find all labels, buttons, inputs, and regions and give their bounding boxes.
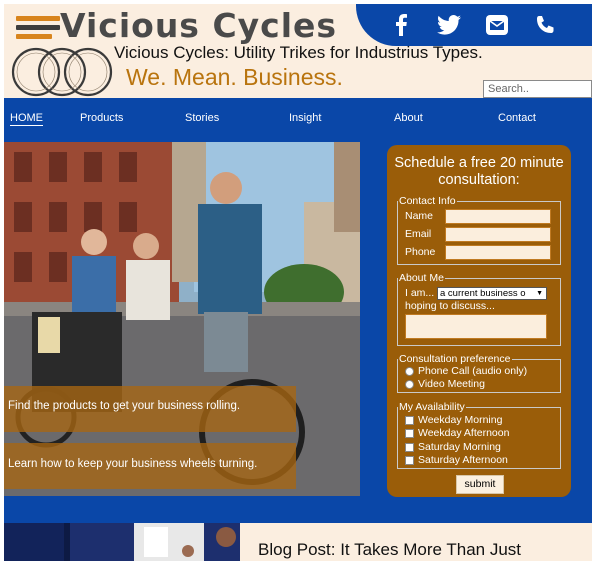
hero-image: Find the products to get your business r… — [4, 142, 360, 496]
brand-logo[interactable]: Vicious Cycles — [60, 6, 337, 45]
nav-about[interactable]: About — [394, 112, 423, 124]
email-label: Email — [405, 228, 432, 240]
site-header: Vicious Cycles Vicious Cycles: Utility T… — [4, 4, 592, 98]
search-input[interactable]: Search.. — [483, 80, 592, 98]
logo-mark — [16, 16, 60, 40]
availability-legend: My Availability — [399, 401, 465, 413]
preference-video-option[interactable]: Video Meeting — [405, 378, 485, 390]
preference-phone-option[interactable]: Phone Call (audio only) — [405, 365, 527, 377]
email-icon[interactable] — [482, 10, 512, 40]
facebook-icon[interactable] — [386, 10, 416, 40]
about-me-legend: About Me — [399, 272, 444, 284]
blog-thumbnail[interactable] — [4, 523, 240, 561]
availability-saturday-morning[interactable]: Saturday Morning — [405, 441, 501, 453]
phone-label: Phone — [405, 246, 436, 258]
i-am-select[interactable]: a current business o ▼ — [437, 287, 547, 300]
form-title: Schedule a free 20 minute consultation: — [394, 155, 564, 188]
nav-insight[interactable]: Insight — [289, 112, 321, 124]
availability-label: Weekday Afternoon — [418, 427, 510, 439]
nav-products[interactable]: Products — [80, 112, 123, 124]
blog-title[interactable]: Blog Post: It Takes More Than Just — [258, 540, 521, 560]
slogan: We. Mean. Business. — [126, 64, 343, 90]
i-am-label: I am... — [405, 287, 435, 299]
radio-button[interactable] — [405, 366, 414, 376]
blog-teaser[interactable]: Blog Post: It Takes More Than Just — [4, 523, 592, 561]
phone-field[interactable] — [445, 245, 551, 260]
bicycle-wheels-logo — [11, 47, 113, 97]
nav-home[interactable]: HOME — [10, 112, 43, 126]
availability-label: Weekday Morning — [418, 414, 503, 426]
checkbox[interactable] — [405, 455, 414, 465]
preference-legend: Consultation preference — [399, 353, 511, 365]
consultation-form: Schedule a free 20 minute consultation: … — [387, 145, 571, 497]
preference-phone-label: Phone Call (audio only) — [418, 365, 528, 377]
checkbox[interactable] — [405, 442, 414, 452]
availability-saturday-afternoon[interactable]: Saturday Afternoon — [405, 454, 508, 466]
hero-cta-products[interactable]: Find the products to get your business r… — [8, 400, 240, 412]
contact-info-legend: Contact Info — [399, 195, 456, 207]
checkbox[interactable] — [405, 428, 414, 438]
main-nav: HOME Products Stories Insight About Cont… — [4, 108, 592, 132]
preference-video-label: Video Meeting — [418, 378, 485, 390]
phone-icon[interactable] — [530, 10, 560, 40]
nav-contact[interactable]: Contact — [498, 112, 536, 124]
availability-weekday-afternoon[interactable]: Weekday Afternoon — [405, 427, 509, 439]
twitter-icon[interactable] — [434, 10, 464, 40]
i-am-select-value: a current business o — [440, 288, 526, 299]
availability-weekday-morning[interactable]: Weekday Morning — [405, 414, 502, 426]
availability-label: Saturday Afternoon — [418, 454, 508, 466]
page-frame: Vicious Cycles Vicious Cycles: Utility T… — [4, 4, 592, 561]
chevron-down-icon: ▼ — [536, 290, 543, 297]
radio-button[interactable] — [405, 379, 414, 389]
name-label: Name — [405, 210, 434, 222]
social-bar — [356, 4, 592, 46]
name-field[interactable] — [445, 209, 551, 224]
hoping-textarea[interactable] — [405, 314, 547, 339]
hero-cta-stories[interactable]: Learn how to keep your business wheels t… — [8, 458, 257, 470]
tagline: Vicious Cycles: Utility Trikes for Indus… — [114, 43, 483, 62]
availability-label: Saturday Morning — [418, 441, 501, 453]
nav-stories[interactable]: Stories — [185, 112, 219, 124]
submit-button[interactable]: submit — [456, 475, 504, 494]
checkbox[interactable] — [405, 415, 414, 425]
email-field[interactable] — [445, 227, 551, 242]
hoping-label: hoping to discuss... — [405, 300, 495, 312]
